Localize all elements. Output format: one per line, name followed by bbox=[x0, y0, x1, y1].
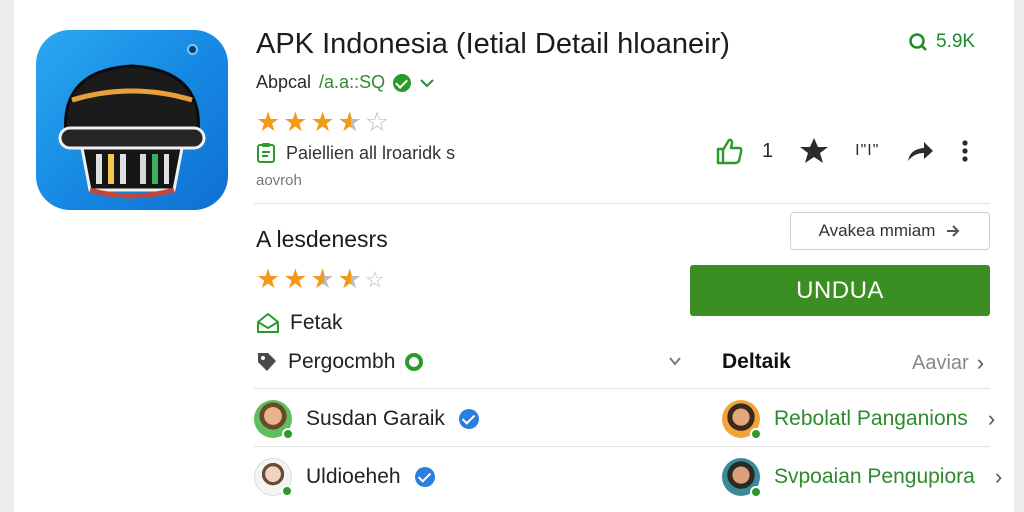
empty-star-icon: ☆ bbox=[364, 107, 390, 137]
section-heading: A lesdenesrs bbox=[256, 226, 388, 252]
star-icon: ★ bbox=[283, 264, 308, 294]
search-icon bbox=[909, 33, 927, 51]
chevron-right-icon: › bbox=[976, 350, 985, 375]
notification-dot bbox=[187, 44, 198, 55]
chevron-right-icon: › bbox=[994, 464, 1003, 489]
rating-badge[interactable]: 5.9K bbox=[908, 31, 975, 53]
more-vert-icon[interactable] bbox=[961, 139, 969, 163]
arrow-right-icon bbox=[947, 225, 960, 237]
user-name: Susdan Garaik bbox=[306, 407, 445, 430]
detail-heading: Deltaik bbox=[722, 350, 791, 373]
action-bar: 1 I"I" bbox=[714, 136, 969, 166]
app-tag-text: Paiellien all lroaridk s bbox=[286, 142, 456, 163]
avatar bbox=[722, 458, 762, 498]
feature-label: Fetak bbox=[290, 311, 343, 334]
divider bbox=[254, 388, 990, 389]
star-icon: ★ bbox=[256, 264, 281, 294]
detail-link[interactable]: Aaviar › bbox=[912, 350, 984, 376]
clipboard-icon bbox=[257, 143, 275, 163]
feature-row[interactable]: Fetak bbox=[256, 311, 343, 335]
avatar bbox=[254, 400, 294, 440]
more-button[interactable]: Avakea mmiam bbox=[790, 212, 990, 250]
chevron-down-icon[interactable] bbox=[419, 77, 435, 89]
star-icon: ★ bbox=[310, 107, 335, 137]
detail-link-label: Aaviar bbox=[912, 351, 969, 374]
user-item[interactable]: Susdan Garaik bbox=[254, 400, 479, 440]
star-icon: ★ bbox=[283, 107, 308, 137]
like-button[interactable]: 1 bbox=[714, 136, 773, 166]
thumbs-up-icon bbox=[716, 138, 743, 165]
half-star-icon: ★ bbox=[310, 266, 334, 294]
tag-icon bbox=[258, 353, 276, 371]
verified-developer-icon bbox=[393, 73, 412, 92]
half-star-icon: ★ bbox=[338, 109, 362, 137]
app-tag-line: Paiellien all lroaridk s bbox=[256, 142, 455, 164]
more-button-label: Avakea mmiam bbox=[818, 221, 936, 240]
app-title: APK Indonesia (Ietial Detail hloaneir) bbox=[256, 28, 730, 60]
rating-badge-value: 5.9K bbox=[936, 31, 976, 52]
chevron-right-icon: › bbox=[987, 406, 996, 431]
category-row[interactable]: Pergocmbh bbox=[256, 350, 424, 374]
user-name: Rebolatl Panganions bbox=[774, 407, 968, 430]
star-count: I"I" bbox=[855, 142, 880, 159]
mail-open-icon bbox=[257, 313, 279, 333]
user-item[interactable]: Rebolatl Panganions › bbox=[722, 400, 996, 440]
developer-name: /a.a::SQ bbox=[319, 72, 386, 92]
download-button[interactable]: UNDUA bbox=[690, 265, 990, 316]
category-label: Pergocmbh bbox=[288, 350, 396, 373]
online-indicator bbox=[750, 428, 762, 440]
star-icon: ★ bbox=[256, 107, 281, 137]
verified-icon bbox=[458, 409, 479, 429]
chevron-down-icon[interactable] bbox=[668, 354, 682, 368]
developer-line[interactable]: Abpcal /a.a::SQ bbox=[256, 72, 435, 93]
online-indicator bbox=[282, 428, 294, 440]
empty-star-icon: ☆ bbox=[364, 267, 385, 292]
online-indicator bbox=[281, 485, 293, 497]
divider bbox=[254, 203, 990, 204]
user-name: Uldioeheh bbox=[306, 465, 401, 488]
status-ring-icon bbox=[405, 353, 424, 371]
user-name: Svpoaian Pengupiora bbox=[774, 465, 975, 488]
developer-prefix: Abpcal bbox=[256, 72, 312, 92]
app-star-rating: ★ ★ ★ ★ ☆ bbox=[256, 107, 390, 137]
user-item[interactable]: Svpoaian Pengupiora › bbox=[722, 458, 1003, 498]
app-helmet-icon bbox=[36, 30, 228, 210]
verified-icon bbox=[414, 467, 435, 487]
online-indicator bbox=[750, 486, 762, 498]
avatar bbox=[254, 458, 293, 497]
section-star-rating: ★ ★ ★ ★ ☆ bbox=[256, 264, 385, 294]
user-item[interactable]: Uldioeheh bbox=[254, 458, 435, 497]
like-count: 1 bbox=[762, 139, 774, 162]
app-sub-text: aovroh bbox=[256, 172, 302, 189]
divider bbox=[254, 446, 990, 447]
star-icon[interactable] bbox=[799, 136, 829, 166]
share-icon[interactable] bbox=[905, 138, 935, 164]
avatar bbox=[722, 400, 762, 440]
half-star-icon: ★ bbox=[338, 266, 362, 294]
